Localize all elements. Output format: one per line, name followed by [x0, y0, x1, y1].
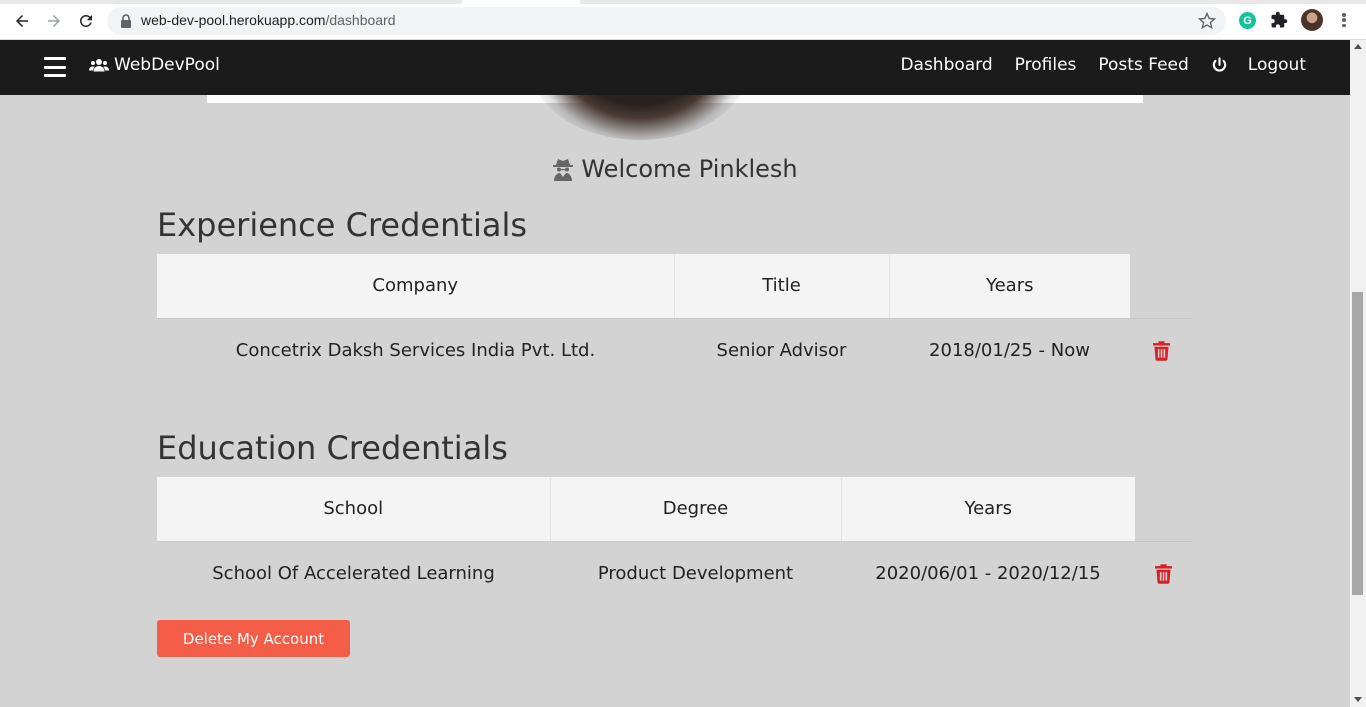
user-secret-icon [553, 159, 574, 181]
hamburger-menu-icon[interactable] [44, 57, 66, 77]
bookmark-star-icon[interactable] [1198, 12, 1216, 30]
scroll-up-arrow-icon[interactable] [1354, 44, 1362, 49]
cell-degree: Product Development [550, 540, 841, 605]
page-scrollbar[interactable] [1350, 40, 1366, 707]
forward-icon[interactable] [43, 10, 65, 32]
nav-dashboard[interactable]: Dashboard [900, 55, 992, 75]
active-tab[interactable] [462, 0, 580, 4]
grammarly-extension-icon[interactable]: G [1239, 12, 1256, 29]
url-text: web-dev-pool.herokuapp.com/dashboard [141, 12, 396, 28]
cell-company: Concetrix Daksh Services India Pvt. Ltd. [157, 317, 674, 382]
table-row: School Of Accelerated Learning Product D… [157, 540, 1192, 605]
experience-title: Experience Credentials [157, 206, 527, 244]
header-school: School [157, 477, 550, 542]
header-years: Years [840, 477, 1135, 542]
table-header-row: School Degree Years [157, 477, 1192, 542]
header-company: Company [157, 254, 674, 319]
users-icon [89, 59, 109, 72]
browser-toolbar: web-dev-pool.herokuapp.com/dashboard G [0, 0, 1366, 40]
cell-actions [1135, 540, 1192, 605]
header-years: Years [888, 254, 1130, 319]
power-icon[interactable] [1211, 56, 1228, 74]
site-navbar: WebDevPool Dashboard Profiles Posts Feed… [0, 40, 1350, 95]
cell-school: School Of Accelerated Learning [157, 540, 550, 605]
cell-years: 2018/01/25 - Now [889, 317, 1130, 382]
delete-education-trash-icon[interactable] [1155, 564, 1172, 584]
cell-years: 2020/06/01 - 2020/12/15 [841, 540, 1135, 605]
cell-title: Senior Advisor [674, 317, 889, 382]
education-table: School Degree Years School Of Accelerate… [157, 477, 1192, 605]
header-degree: Degree [549, 477, 841, 542]
scroll-down-arrow-icon[interactable] [1354, 697, 1362, 702]
nav-logout[interactable]: Logout [1248, 55, 1306, 75]
scrollbar-thumb[interactable] [1352, 292, 1363, 595]
experience-table: Company Title Years Concetrix Daksh Serv… [157, 254, 1192, 382]
nav-profiles[interactable]: Profiles [1015, 55, 1077, 75]
delete-experience-trash-icon[interactable] [1152, 341, 1170, 361]
welcome-heading: Welcome Pinklesh [0, 155, 1350, 183]
table-header-row: Company Title Years [157, 254, 1192, 319]
header-actions [1130, 254, 1192, 318]
tab-strip [0, 0, 1366, 4]
header-actions [1135, 477, 1192, 541]
reload-icon[interactable] [75, 10, 97, 32]
delete-account-button[interactable]: Delete My Account [157, 620, 350, 657]
nav-posts-feed[interactable]: Posts Feed [1098, 55, 1188, 75]
table-row: Concetrix Daksh Services India Pvt. Ltd.… [157, 317, 1192, 382]
nav-links: Dashboard Profiles Posts Feed Logout [878, 55, 1306, 75]
education-title: Education Credentials [157, 429, 508, 467]
page-viewport: WebDevPool Dashboard Profiles Posts Feed… [0, 40, 1350, 707]
extensions-puzzle-icon[interactable] [1270, 11, 1288, 29]
cell-actions [1130, 317, 1192, 382]
address-bar[interactable]: web-dev-pool.herokuapp.com/dashboard [107, 7, 1226, 35]
browser-profile-avatar[interactable] [1301, 9, 1323, 31]
brand-name: WebDevPool [114, 55, 220, 75]
welcome-text: Welcome Pinklesh [581, 155, 798, 183]
lock-icon [121, 14, 131, 28]
browser-menu-icon[interactable] [1336, 11, 1352, 29]
back-icon[interactable] [11, 10, 33, 32]
brand-link[interactable]: WebDevPool [89, 55, 220, 75]
header-title: Title [673, 254, 889, 319]
